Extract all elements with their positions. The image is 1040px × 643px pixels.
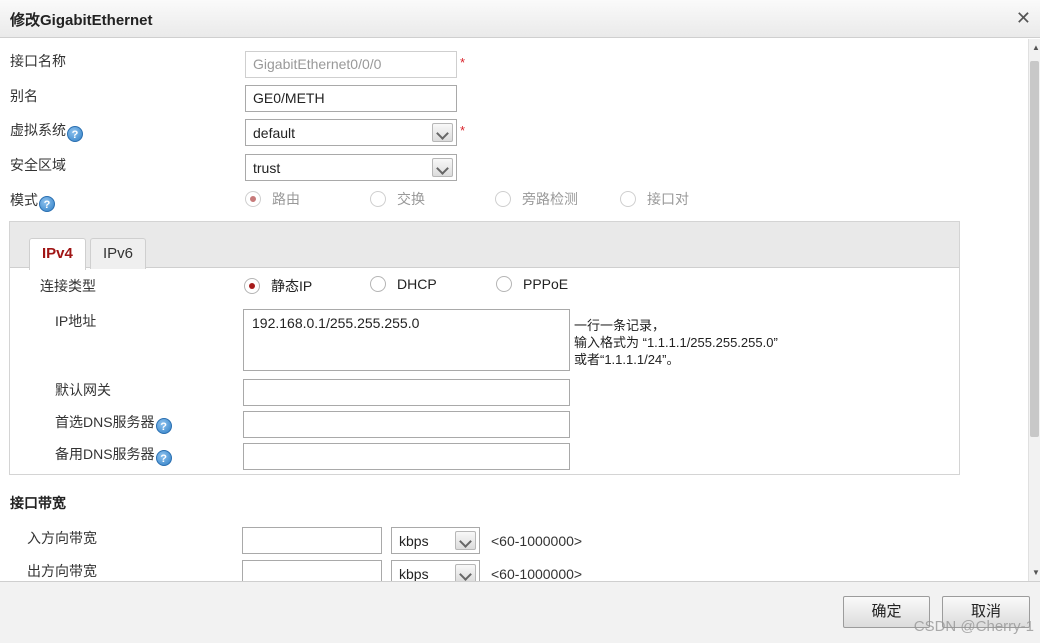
in-unit-value: kbps	[399, 533, 429, 549]
dialog-title: 修改GigabitEthernet	[10, 12, 153, 29]
conn-radio-pppoe[interactable]: PPPoE	[496, 276, 568, 292]
mode-radio-pair: 接口对	[620, 189, 689, 209]
dns1-label: 首选DNS服务器?	[55, 412, 172, 434]
mode-label-text: 模式	[10, 192, 38, 208]
mode-option-label: 接口对	[647, 191, 689, 207]
zone-select-value: trust	[253, 160, 281, 176]
out-unit-value: kbps	[399, 566, 429, 581]
in-bandwidth-label: 入方向带宽	[27, 530, 97, 546]
radio-icon	[496, 276, 512, 292]
chevron-down-icon[interactable]	[455, 531, 476, 550]
radio-icon	[244, 278, 260, 294]
vsys-label: 虚拟系统?	[10, 120, 83, 142]
out-range-hint: <60-1000000>	[491, 566, 583, 581]
mode-option-label: 交换	[397, 191, 425, 207]
help-icon[interactable]: ?	[67, 126, 83, 142]
ip-hint-line: 或者“1.1.1.1/24”。	[574, 352, 680, 367]
out-unit-select[interactable]: kbps	[391, 560, 480, 581]
out-bandwidth-label: 出方向带宽	[27, 563, 97, 579]
tab-ipv4[interactable]: IPv4	[29, 238, 86, 270]
tab-ipv6[interactable]: IPv6	[90, 238, 147, 269]
gateway-label: 默认网关	[55, 382, 111, 398]
zone-label: 安全区域	[10, 157, 66, 173]
vertical-scrollbar[interactable]: ▲ ▼	[1028, 39, 1040, 581]
radio-icon	[620, 191, 636, 207]
scroll-up-icon[interactable]: ▲	[1032, 43, 1040, 52]
gateway-input[interactable]	[243, 379, 570, 406]
radio-icon	[370, 276, 386, 292]
out-bandwidth-input[interactable]	[242, 560, 382, 581]
scrollbar-thumb[interactable]	[1030, 61, 1039, 437]
mode-label: 模式?	[10, 190, 55, 212]
ip-tabbar: IPv4 IPv6	[10, 222, 959, 270]
chevron-down-icon[interactable]	[432, 158, 453, 177]
alias-input[interactable]: GE0/METH	[245, 85, 457, 112]
mode-option-label: 旁路检测	[522, 191, 578, 207]
vsys-label-text: 虚拟系统	[10, 122, 66, 138]
vsys-select[interactable]: default	[245, 119, 457, 146]
chevron-down-icon[interactable]	[432, 123, 453, 142]
conn-radio-static[interactable]: 静态IP	[244, 276, 312, 296]
required-mark: *	[460, 123, 466, 138]
bandwidth-section-title: 接口带宽	[10, 495, 66, 511]
in-unit-select[interactable]: kbps	[391, 527, 480, 554]
conn-option-label: PPPoE	[523, 276, 569, 292]
dns2-label: 备用DNS服务器?	[55, 444, 172, 466]
conn-option-label: 静态IP	[271, 278, 313, 294]
interface-name-field: GigabitEthernet0/0/0	[245, 51, 457, 78]
help-icon[interactable]: ?	[155, 450, 172, 466]
dialog-titlebar: 修改GigabitEthernet ✕	[0, 0, 1040, 38]
ip-hint-line: 输入格式为 “1.1.1.1/255.255.255.0”	[574, 335, 778, 350]
dns2-input[interactable]	[243, 443, 570, 470]
conn-radio-dhcp[interactable]: DHCP	[370, 276, 437, 292]
scroll-down-icon[interactable]: ▼	[1032, 568, 1040, 577]
in-range-hint: <60-1000000>	[491, 533, 583, 549]
mode-radio-switch: 交换	[370, 189, 425, 209]
chevron-down-icon[interactable]	[455, 564, 476, 581]
in-bandwidth-input[interactable]	[242, 527, 382, 554]
ip-address-label: IP地址	[55, 313, 97, 329]
dns1-input[interactable]	[243, 411, 570, 438]
close-icon[interactable]: ✕	[1016, 8, 1031, 29]
conn-option-label: DHCP	[397, 276, 437, 292]
dialog-footer: 确定 取消 CSDN @Cherry-1	[0, 581, 1040, 643]
mode-option-label: 路由	[272, 191, 300, 207]
ip-settings-panel: IPv4 IPv6 连接类型 静态IP DHCP PPPoE IP地址 192.…	[9, 221, 960, 475]
radio-icon	[495, 191, 511, 207]
help-icon[interactable]: ?	[155, 418, 172, 434]
dns1-label-text: 首选DNS服务器	[55, 414, 155, 430]
watermark: CSDN @Cherry-1	[913, 618, 1034, 635]
mode-radio-route: 路由	[245, 189, 300, 209]
ip-hint: 一行一条记录， 输入格式为 “1.1.1.1/255.255.255.0” 或者…	[574, 317, 778, 368]
radio-icon	[245, 191, 261, 207]
zone-select[interactable]: trust	[245, 154, 457, 181]
alias-label: 别名	[10, 88, 38, 104]
conn-type-label: 连接类型	[40, 278, 96, 294]
vsys-select-value: default	[253, 125, 296, 141]
dns2-label-text: 备用DNS服务器	[55, 446, 155, 462]
ip-address-textarea[interactable]: 192.168.0.1/255.255.255.0	[243, 309, 570, 371]
help-icon[interactable]: ?	[39, 196, 55, 212]
required-mark: *	[460, 55, 466, 70]
radio-icon	[370, 191, 386, 207]
ip-hint-line: 一行一条记录，	[574, 318, 666, 333]
interface-name-label: 接口名称	[10, 53, 66, 69]
dialog-content: 接口名称 GigabitEthernet0/0/0 * 别名 GE0/METH …	[0, 39, 1028, 581]
mode-radio-bypass: 旁路检测	[495, 189, 578, 209]
